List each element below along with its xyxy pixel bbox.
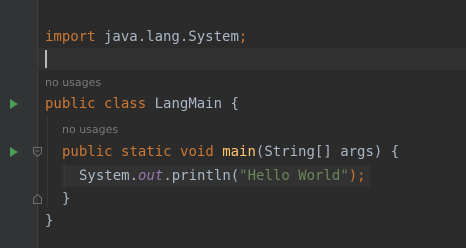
code-line-method-declaration[interactable]: public static void main(String[] args) { xyxy=(62,141,399,163)
method-close-brace: } xyxy=(62,191,71,207)
class-close-brace: } xyxy=(45,213,54,229)
code-line-import[interactable]: import java.lang.System; xyxy=(45,26,247,48)
call-end: ); xyxy=(348,168,366,184)
class-indent-guide xyxy=(47,116,48,208)
code-line-method-close[interactable]: } xyxy=(62,188,70,210)
call-method: .println( xyxy=(163,168,240,184)
class-public-keyword: public xyxy=(45,96,96,112)
method-params: (String[] args) { xyxy=(255,144,400,160)
method-name: main xyxy=(222,144,256,160)
method-usages-hint[interactable]: no usages xyxy=(62,121,118,139)
editor-gutter xyxy=(0,0,37,248)
method-public-keyword: public xyxy=(62,144,113,160)
call-object: System. xyxy=(79,168,139,184)
call-string: "Hello World" xyxy=(239,168,349,184)
class-usages-hint[interactable]: no usages xyxy=(45,74,101,92)
run-class-icon[interactable] xyxy=(10,99,18,109)
current-line-highlight xyxy=(38,48,466,70)
import-keyword: import xyxy=(45,29,96,45)
class-keyword: class xyxy=(104,96,147,112)
code-line-class-declaration[interactable]: public class LangMain { xyxy=(45,93,239,115)
text-caret xyxy=(45,50,47,68)
method-void-keyword: void xyxy=(180,144,214,160)
class-name: LangMain xyxy=(154,96,223,112)
call-field: out xyxy=(138,168,164,184)
code-line-println[interactable]: System.out.println("Hello World"); xyxy=(79,165,366,187)
fold-method-start-icon[interactable] xyxy=(33,147,42,157)
method-indent-guide xyxy=(64,164,65,188)
code-line-class-close[interactable]: } xyxy=(45,210,53,232)
class-open-brace: { xyxy=(222,96,239,112)
method-static-keyword: static xyxy=(121,144,172,160)
import-path: java.lang.System xyxy=(95,29,239,45)
run-method-icon[interactable] xyxy=(10,147,18,157)
import-semicolon: ; xyxy=(238,29,248,45)
fold-method-end-icon[interactable] xyxy=(33,194,42,204)
